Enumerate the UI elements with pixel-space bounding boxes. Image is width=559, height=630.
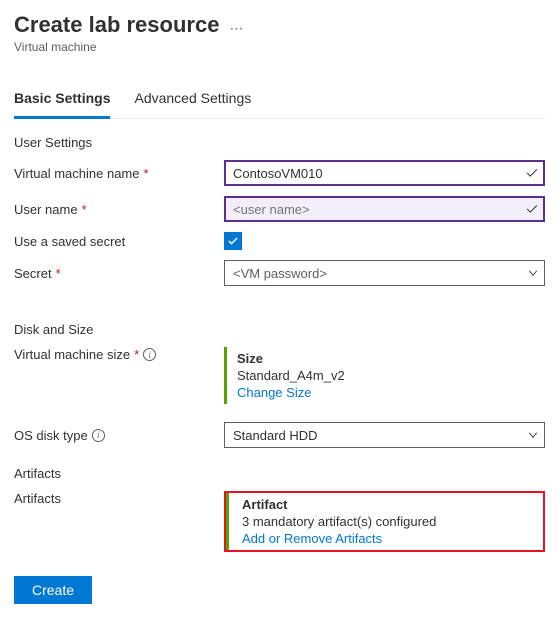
tab-advanced-settings[interactable]: Advanced Settings bbox=[134, 82, 251, 119]
size-title: Size bbox=[237, 351, 535, 366]
vm-name-label: Virtual machine name* bbox=[14, 166, 224, 181]
artifact-title: Artifact bbox=[242, 497, 533, 512]
size-value: Standard_A4m_v2 bbox=[237, 368, 535, 383]
vm-size-block: Size Standard_A4m_v2 Change Size bbox=[224, 347, 545, 404]
os-disk-label: OS disk type i bbox=[14, 428, 224, 443]
secret-select[interactable]: <VM password> bbox=[224, 260, 545, 286]
os-disk-select[interactable]: Standard HDD bbox=[224, 422, 545, 448]
vm-size-label: Virtual machine size* i bbox=[14, 347, 224, 362]
artifact-count: 3 mandatory artifact(s) configured bbox=[242, 514, 533, 529]
artifacts-row-label: Artifacts bbox=[14, 491, 224, 506]
info-icon[interactable]: i bbox=[143, 348, 156, 361]
section-user-settings: User Settings bbox=[14, 135, 545, 150]
change-size-link[interactable]: Change Size bbox=[237, 385, 535, 400]
tab-basic-settings[interactable]: Basic Settings bbox=[14, 82, 110, 119]
vm-name-input[interactable] bbox=[224, 160, 545, 186]
page-subtitle: Virtual machine bbox=[14, 40, 545, 54]
section-disk-size: Disk and Size bbox=[14, 322, 545, 337]
use-saved-secret-label: Use a saved secret bbox=[14, 234, 224, 249]
use-saved-secret-checkbox[interactable] bbox=[224, 232, 242, 250]
add-remove-artifacts-link[interactable]: Add or Remove Artifacts bbox=[242, 531, 533, 546]
section-artifacts: Artifacts bbox=[14, 466, 545, 481]
more-icon[interactable]: ⋯ bbox=[229, 20, 243, 37]
create-button[interactable]: Create bbox=[14, 576, 92, 604]
page-title: Create lab resource bbox=[14, 12, 219, 38]
user-name-label: User name* bbox=[14, 202, 224, 217]
info-icon[interactable]: i bbox=[92, 429, 105, 442]
user-name-input[interactable] bbox=[224, 196, 545, 222]
tabs: Basic Settings Advanced Settings bbox=[14, 82, 545, 119]
artifacts-block: Artifact 3 mandatory artifact(s) configu… bbox=[224, 491, 545, 552]
secret-label: Secret* bbox=[14, 266, 224, 281]
